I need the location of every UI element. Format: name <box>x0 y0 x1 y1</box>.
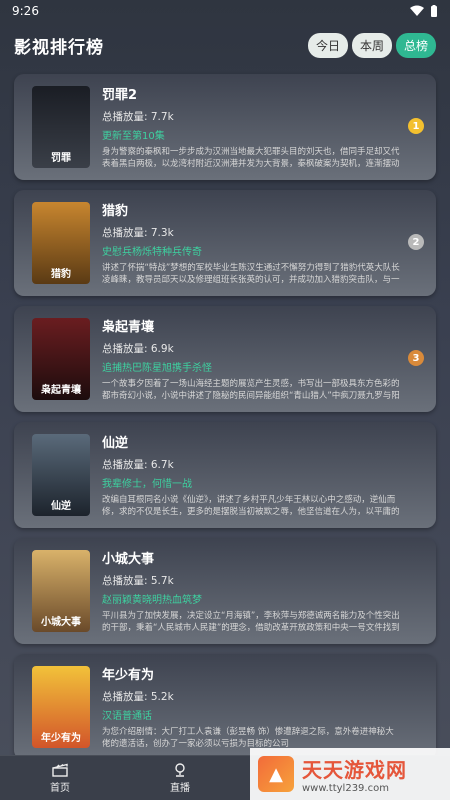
play-count: 总播放量: 5.2k <box>102 691 174 703</box>
highlight-text: 汉语普通话 <box>102 711 152 722</box>
period-tabs: 今日 本周 总榜 <box>307 32 436 58</box>
description: 一个故事夕因着了一场山海经主题的展览产生灵感，书写出一部极具东方色彩的都市奇幻小… <box>102 379 400 401</box>
play-count: 总播放量: 5.7k <box>102 575 174 587</box>
wifi-icon <box>410 5 424 16</box>
battery-icon <box>431 5 437 17</box>
rank-badge: 1 <box>408 118 424 134</box>
tab-week[interactable]: 本周 <box>351 32 392 58</box>
drama-title: 仙逆 <box>102 436 129 451</box>
description: 讲述了怀揣“特战”梦想的军校毕业生陈汉生通过不懈努力得到了猎豹代英大队长凌峰睐，… <box>102 263 400 285</box>
poster-image[interactable]: 猎豹 <box>32 202 90 284</box>
watermark-title: 天天游戏网 <box>302 758 407 782</box>
tab-today[interactable]: 今日 <box>307 32 348 58</box>
drama-card[interactable]: 年少有为 年少有为 总播放量: 5.2k 汉语普通话 为您介绍剧情：大厂打工人袁… <box>14 654 436 760</box>
highlight-text: 赵丽颖黄晓明热血筑梦 <box>102 595 202 606</box>
tab-all[interactable]: 总榜 <box>395 32 436 58</box>
poster-text: 枭起青壤 <box>41 385 81 396</box>
drama-title: 年少有为 <box>102 668 155 683</box>
status-time: 9:26 <box>12 4 39 18</box>
rank-badge: 2 <box>408 234 424 250</box>
header: 影视排行榜 今日 本周 总榜 <box>0 22 450 68</box>
description: 为您介绍剧情：大厂打工人袁谦（彭昱畅 饰）惨遭辞退之际，意外卷进神秘大佬的遗活话… <box>102 727 394 749</box>
poster-text: 仙逆 <box>51 501 71 512</box>
ranking-list: 罚罪 罚罪2 总播放量: 7.7k 更新至第10集 身为警察的秦枫和一步步成为汉… <box>0 68 450 760</box>
poster-image[interactable]: 枭起青壤 <box>32 318 90 400</box>
poster-text: 罚罪 <box>51 153 71 164</box>
poster-image[interactable]: 仙逆 <box>32 434 90 516</box>
description: 平川县为了加快发展，决定设立“月海镇”，李秋萍与郑德诚两名能力及个性突出的干部，… <box>102 611 400 633</box>
drama-title: 枭起青壤 <box>102 320 155 335</box>
nav-home-label: 首页 <box>50 782 70 794</box>
page-title: 影视排行榜 <box>14 37 104 58</box>
play-count: 总播放量: 7.7k <box>102 111 174 123</box>
nav-home[interactable]: 首页 <box>0 763 120 794</box>
poster-image[interactable]: 年少有为 <box>32 666 90 748</box>
live-icon <box>175 762 185 777</box>
description: 改编自耳根同名小说《仙逆》，讲述了乡村平凡少年王林以心中之感动，逆仙而修，求的不… <box>102 495 400 517</box>
poster-image[interactable]: 罚罪 <box>32 86 90 168</box>
play-count: 总播放量: 7.3k <box>102 227 174 239</box>
nav-live[interactable]: 直播 <box>120 762 240 794</box>
watermark-url: www.ttyl239.com <box>302 783 389 794</box>
drama-card[interactable]: 猎豹 猎豹 总播放量: 7.3k 史慰兵杨烁特种兵传奇 讲述了怀揣“特战”梦想的… <box>14 190 436 296</box>
drama-title: 猎豹 <box>102 204 129 219</box>
nav-live-label: 直播 <box>170 782 190 794</box>
drama-title: 罚罪2 <box>102 88 138 103</box>
play-count: 总播放量: 6.9k <box>102 343 174 355</box>
highlight-text: 更新至第10集 <box>102 131 165 142</box>
drama-card[interactable]: 罚罪 罚罪2 总播放量: 7.7k 更新至第10集 身为警察的秦枫和一步步成为汉… <box>14 74 436 180</box>
poster-text: 年少有为 <box>41 733 81 744</box>
poster-image[interactable]: 小城大事 <box>32 550 90 632</box>
highlight-text: 我辈修士，何惜一战 <box>102 479 192 490</box>
play-count: 总播放量: 6.7k <box>102 459 174 471</box>
poster-text: 小城大事 <box>41 617 81 628</box>
poster-text: 猎豹 <box>51 269 71 280</box>
highlight-text: 追捕热巴陈星旭携手杀怪 <box>102 363 212 374</box>
status-bar: 9:26 <box>0 0 450 22</box>
watermark-logo-icon: ▲ <box>258 756 294 792</box>
clapperboard-icon <box>52 763 68 777</box>
drama-title: 小城大事 <box>102 552 155 567</box>
drama-card[interactable]: 小城大事 小城大事 总播放量: 5.7k 赵丽颖黄晓明热血筑梦 平川县为了加快发… <box>14 538 436 644</box>
drama-card[interactable]: 仙逆 仙逆 总播放量: 6.7k 我辈修士，何惜一战 改编自耳根同名小说《仙逆》… <box>14 422 436 528</box>
rank-badge: 3 <box>408 350 424 366</box>
highlight-text: 史慰兵杨烁特种兵传奇 <box>102 247 202 258</box>
drama-card[interactable]: 枭起青壤 枭起青壤 总播放量: 6.9k 追捕热巴陈星旭携手杀怪 一个故事夕因着… <box>14 306 436 412</box>
description: 身为警察的秦枫和一步步成为汉洲当地最大犯罪头目的刘天也，借同手足却又代表着黑白两… <box>102 147 400 169</box>
watermark: ▲ 天天游戏网 www.ttyl239.com <box>250 748 450 800</box>
